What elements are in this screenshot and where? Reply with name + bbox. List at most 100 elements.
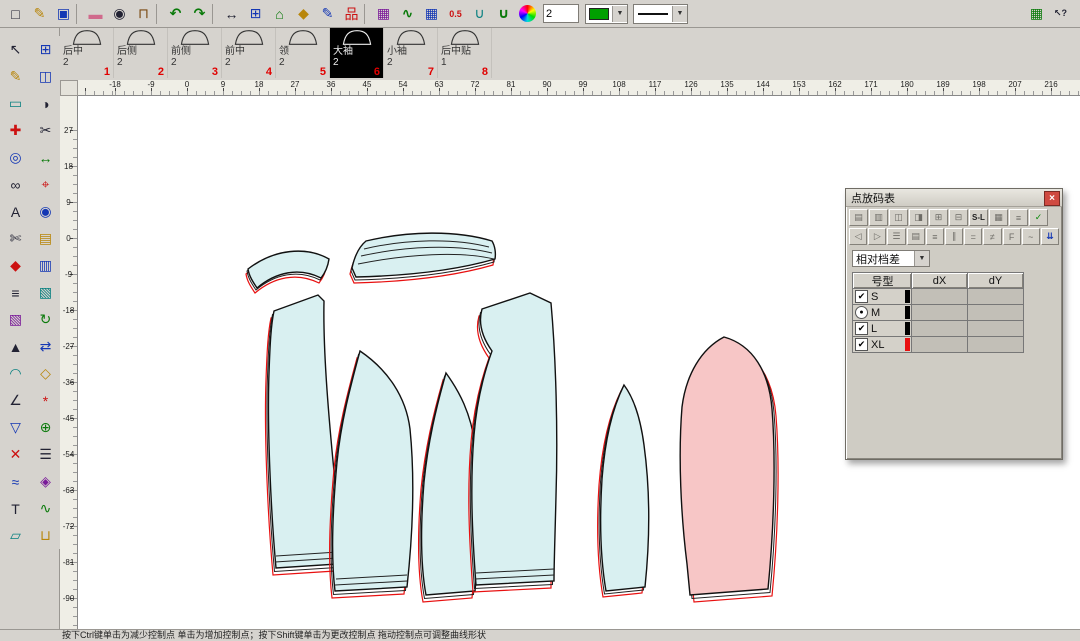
dart-tool[interactable]: ◆	[2, 252, 30, 279]
size-checkbox[interactable]: ✔	[855, 338, 868, 351]
separator[interactable]	[76, 4, 83, 24]
flip-tool[interactable]: ⇄	[32, 333, 60, 360]
pattern-piece-front[interactable]	[469, 293, 557, 592]
context-help-icon[interactable]: ↖?	[1049, 3, 1072, 25]
piece-shape-icon[interactable]: ⌂	[268, 3, 291, 25]
compass-tool[interactable]: ⌖	[32, 171, 60, 198]
split-window-icon[interactable]: ⊞	[244, 3, 267, 25]
pen-icon[interactable]: ✎	[316, 3, 339, 25]
table-btn[interactable]: ▦	[989, 209, 1008, 226]
select-tool[interactable]: ↖	[2, 36, 30, 63]
t-text-tool[interactable]: T	[2, 495, 30, 522]
size-table-icon[interactable]: ▦	[420, 3, 443, 25]
half-step-icon[interactable]: 0.5	[444, 3, 467, 25]
buttonhole-tool[interactable]: ◈	[32, 468, 60, 495]
size-checkbox[interactable]: ✔	[855, 322, 868, 335]
open-pattern-icon[interactable]: ✎	[28, 3, 51, 25]
pattern-piece-back-side[interactable]	[330, 351, 413, 598]
new-document-icon[interactable]: □	[4, 3, 27, 25]
link-pieces-icon[interactable]: 品	[340, 3, 363, 25]
separator[interactable]	[364, 4, 371, 24]
size-range-btn[interactable]: S-L	[969, 209, 988, 226]
color-wheel-icon[interactable]	[519, 5, 536, 22]
rotate-tool[interactable]: ↻	[32, 306, 60, 333]
dx-cell[interactable]	[912, 337, 968, 353]
equal-btn[interactable]: =	[964, 228, 982, 245]
separator[interactable]	[156, 4, 163, 24]
add-col-btn[interactable]: ⊞	[929, 209, 948, 226]
pattern-slot[interactable]: 领 2 5	[276, 28, 330, 78]
copy-grade-btn[interactable]: ▤	[849, 209, 868, 226]
apply-all-btn[interactable]: ⇊	[1041, 228, 1059, 245]
pen-color-dropdown[interactable]: ▼	[585, 4, 628, 24]
size-row[interactable]: ✔ L	[853, 321, 1024, 337]
pin-tool[interactable]: ⊕	[32, 414, 60, 441]
next-point-btn[interactable]: ▷	[868, 228, 886, 245]
size-checkbox[interactable]: ✔	[855, 290, 868, 303]
line-style-dropdown[interactable]: ▼	[633, 4, 688, 24]
plotter-film-icon[interactable]: ▦	[1025, 3, 1048, 25]
mirror-grade-btn[interactable]: ◫	[889, 209, 908, 226]
drill-hole-tool[interactable]: ◎	[2, 144, 30, 171]
col-header-size[interactable]: 号型	[853, 273, 912, 289]
even-btn[interactable]: ≡	[926, 228, 944, 245]
delete-tool[interactable]: ✕	[2, 441, 30, 468]
pattern-slot[interactable]: 大袖 2 6	[330, 28, 384, 78]
pattern-piece-small-sleeve[interactable]	[598, 385, 649, 597]
save-icon[interactable]: ▣	[52, 3, 75, 25]
angle-tool[interactable]: ∠	[2, 387, 30, 414]
pleat-tool[interactable]: ▧	[2, 306, 30, 333]
close-icon[interactable]: ×	[1044, 191, 1060, 206]
sewing-machine-tool[interactable]: ▥	[32, 252, 60, 279]
del-col-btn[interactable]: ⊟	[949, 209, 968, 226]
spec-sheet-tool[interactable]: ▤	[32, 225, 60, 252]
measure-tool[interactable]: ↔	[32, 144, 60, 171]
dy-cell[interactable]	[968, 289, 1024, 305]
palette-titlebar[interactable]: 点放码表 ×	[846, 189, 1062, 207]
cut-open-tool[interactable]: ✄	[2, 225, 30, 252]
smooth-curve-tool[interactable]: ◠	[2, 360, 30, 387]
col-header-dx[interactable]: dX	[912, 273, 968, 289]
pattern-piece-collar-band[interactable]	[350, 233, 495, 283]
undo-icon[interactable]: ↶	[164, 3, 187, 25]
paste-grade-btn[interactable]: ▥	[869, 209, 888, 226]
curve-plate-icon[interactable]: ∪	[468, 3, 491, 25]
size-row[interactable]: ● M	[853, 305, 1024, 321]
layer-tool[interactable]: ☰	[32, 441, 60, 468]
dy-cell[interactable]	[968, 305, 1024, 321]
pattern-slot[interactable]: 前侧 2 3	[168, 28, 222, 78]
skew-tool[interactable]: ▱	[2, 522, 30, 549]
pattern-piece-back[interactable]	[265, 295, 338, 575]
pattern-slot[interactable]: 前中 2 4	[222, 28, 276, 78]
dy-cell[interactable]	[968, 337, 1024, 353]
size-row[interactable]: ✔ XL	[853, 337, 1024, 353]
right-grade-btn[interactable]: ◨	[909, 209, 928, 226]
eraser-icon[interactable]: ▬	[84, 3, 107, 25]
pencil-tool[interactable]: ✎	[2, 63, 30, 90]
prev-point-btn[interactable]: ◁	[849, 228, 867, 245]
list-btn[interactable]: ≡	[1009, 209, 1028, 226]
separator[interactable]	[212, 4, 219, 24]
zigzag-tool[interactable]: ∿	[32, 495, 60, 522]
link-btn[interactable]: ~	[1022, 228, 1040, 245]
curve-graph-icon[interactable]: ∿	[396, 3, 419, 25]
target-tool[interactable]: ◉	[32, 198, 60, 225]
size-row[interactable]: ✔ S	[853, 289, 1024, 305]
arc-tool[interactable]: ◑	[32, 90, 60, 117]
pattern-slot[interactable]: 后中贴 1 8	[438, 28, 492, 78]
piece-tool[interactable]: ◇	[32, 360, 60, 387]
dy-cell[interactable]	[968, 321, 1024, 337]
dimension-icon[interactable]: ↔	[220, 3, 243, 25]
print-tool[interactable]: ▧	[32, 279, 60, 306]
dx-cell[interactable]	[912, 305, 968, 321]
star-point-tool[interactable]: *	[32, 387, 60, 414]
pattern-slot[interactable]: 小袖 2 7	[384, 28, 438, 78]
size-checkbox[interactable]: ●	[855, 306, 868, 319]
grade-step-input[interactable]	[543, 4, 579, 23]
parallel-btn[interactable]: ∥	[945, 228, 963, 245]
pattern-slot[interactable]: 后侧 2 2	[114, 28, 168, 78]
notch-tool[interactable]: ▲	[2, 333, 30, 360]
scissors-tool[interactable]: ✂	[32, 117, 60, 144]
grading-table-tool[interactable]: ⊞	[32, 36, 60, 63]
text-tool[interactable]: A	[2, 198, 30, 225]
